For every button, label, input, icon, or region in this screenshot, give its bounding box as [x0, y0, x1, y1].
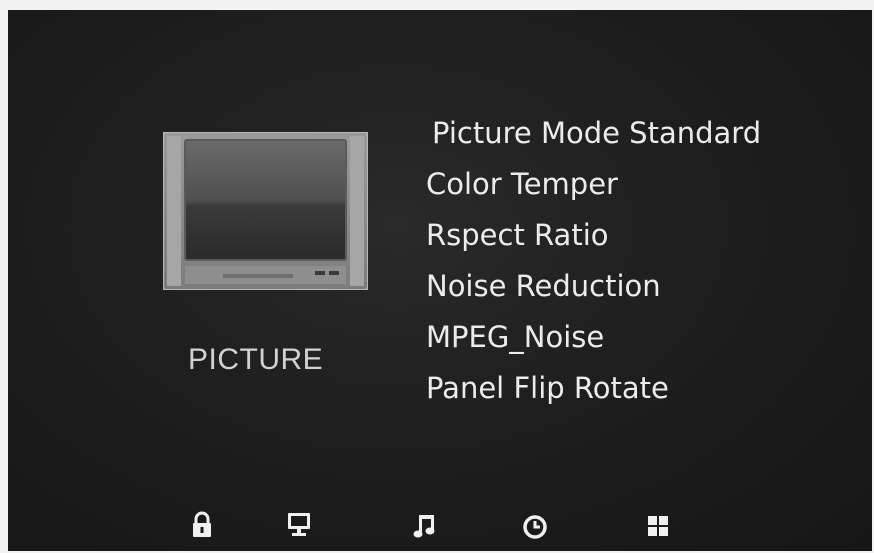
- clock-icon[interactable]: [521, 510, 549, 540]
- lock-icon[interactable]: [188, 510, 216, 540]
- menu-item-color-temper[interactable]: Color Temper: [426, 159, 761, 210]
- menu-item-aspect-ratio[interactable]: Rspect Ratio: [426, 210, 761, 261]
- menu-item-noise-reduction[interactable]: Noise Reduction: [426, 261, 761, 312]
- picture-settings-menu: Picture Mode Standard Color Temper Rspec…: [426, 108, 761, 414]
- grid-icon[interactable]: [644, 510, 672, 540]
- tv-icon: [163, 132, 368, 290]
- osd-screen: PICTURE Picture Mode Standard Color Temp…: [8, 10, 872, 551]
- monitor-icon[interactable]: [285, 510, 313, 540]
- bottom-nav-bar: [8, 510, 872, 551]
- category-label: PICTURE: [188, 343, 324, 376]
- music-note-icon[interactable]: [410, 510, 438, 540]
- menu-item-picture-mode[interactable]: Picture Mode Standard: [426, 108, 761, 159]
- menu-item-mpeg-noise[interactable]: MPEG_Noise: [426, 312, 761, 363]
- menu-item-panel-flip-rotate[interactable]: Panel Flip Rotate: [426, 363, 761, 414]
